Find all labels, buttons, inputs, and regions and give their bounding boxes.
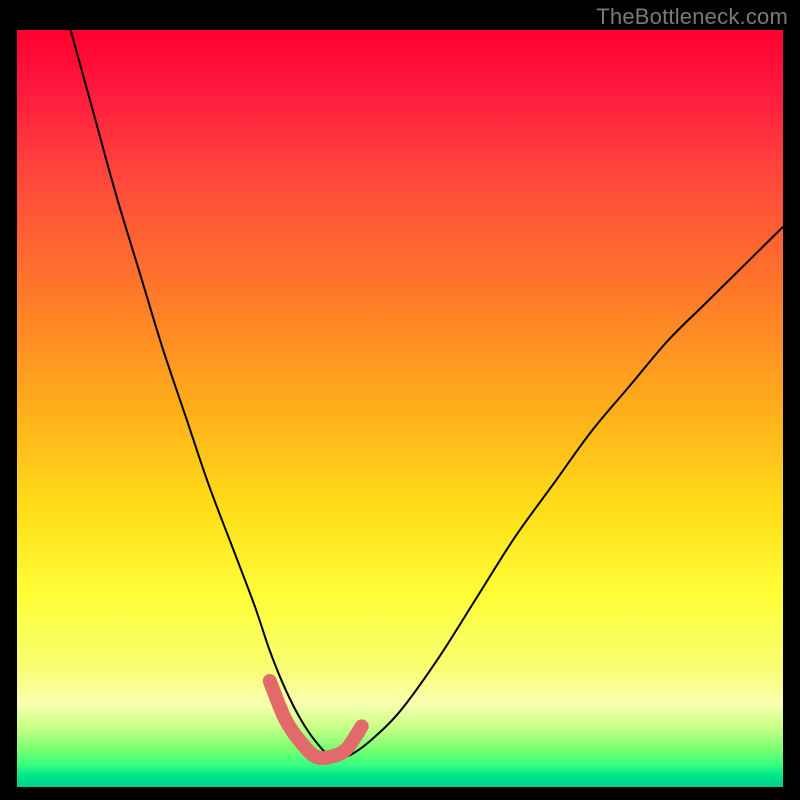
attribution-label: TheBottleneck.com (596, 4, 788, 30)
curve-svg (17, 30, 783, 787)
bottleneck-curve (71, 30, 783, 759)
chart-container: TheBottleneck.com (0, 0, 800, 800)
plot-background (17, 30, 783, 787)
highlight-segment (270, 681, 362, 758)
